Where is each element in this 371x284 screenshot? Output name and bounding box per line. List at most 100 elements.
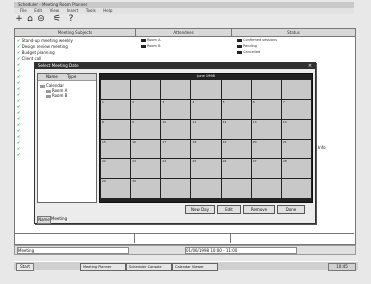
list-item[interactable]: ✔	[17, 104, 20, 109]
calendar-day-cell[interactable]	[191, 80, 221, 99]
calendar-day-cell[interactable]: 26	[221, 159, 251, 179]
list-item[interactable]: ✔	[17, 140, 20, 145]
taskbar-item[interactable]: Meeting Planner	[80, 263, 126, 271]
done-button[interactable]: Done	[277, 205, 305, 214]
remove-button[interactable]: Remove	[243, 205, 275, 214]
list-item[interactable]: ✔	[17, 152, 20, 157]
list-item[interactable]: Cancelled	[237, 50, 260, 54]
list-item[interactable]: ✔	[17, 62, 20, 67]
list-item[interactable]: Pending	[237, 44, 257, 48]
tree-col-type[interactable]: Type	[67, 74, 76, 79]
menu-tools[interactable]: Tools	[86, 8, 96, 13]
calendar-day-cell[interactable]: 4	[191, 99, 221, 119]
close-icon[interactable]: ×	[307, 63, 313, 69]
calendar-day-cell[interactable]: 8	[101, 119, 131, 139]
name-field[interactable]: Meeting	[51, 216, 101, 222]
pane-header-status[interactable]: Status	[232, 29, 355, 37]
calendar-day-cell[interactable]	[161, 179, 191, 198]
calendar-day-cell[interactable]	[161, 80, 191, 99]
home-icon[interactable]: ⌂	[25, 14, 35, 24]
calendar-day-cell[interactable]: 14	[281, 119, 311, 139]
calendar-day-cell[interactable]: 24	[161, 159, 191, 179]
calendar-day-cell[interactable]: 27	[251, 159, 281, 179]
list-item[interactable]: ✔	[17, 116, 20, 121]
edit-button[interactable]: Edit	[217, 205, 241, 214]
calendar-day-cell[interactable]: 11	[191, 119, 221, 139]
calendar-day-number: 24	[162, 159, 167, 164]
calendar-day-cell[interactable]: 2	[131, 99, 161, 119]
add-icon[interactable]: +	[14, 14, 24, 24]
list-item[interactable]: ✔	[17, 134, 20, 139]
calendar-day-cell[interactable]: 6	[251, 99, 281, 119]
calendar-day-cell[interactable]: 28	[281, 159, 311, 179]
list-item[interactable]: ✔	[17, 68, 20, 73]
calendar-day-cell[interactable]	[101, 80, 131, 99]
start-button[interactable]: Start	[16, 263, 34, 271]
calendar-day-cell[interactable]	[221, 80, 251, 99]
list-item[interactable]: ✔	[17, 80, 20, 85]
list-item[interactable]: ✔ Design review meeting	[17, 44, 68, 49]
calendar-day-cell[interactable]	[251, 179, 281, 198]
taskbar-item[interactable]: Calendar Viewer	[172, 263, 218, 271]
calendar-day-cell[interactable]: 19	[221, 139, 251, 159]
list-item[interactable]: ✔	[17, 110, 20, 115]
tree-item-room-b[interactable]: Room B	[46, 93, 67, 98]
menu-insert[interactable]: Insert	[67, 8, 78, 13]
calendar-day-cell[interactable]	[281, 80, 311, 99]
calendar-day-cell[interactable]: 20	[251, 139, 281, 159]
list-item[interactable]: ✔ Budget planning	[17, 50, 55, 55]
pane-header-subjects[interactable]: Meeting Subjects	[15, 29, 136, 37]
calendar-day-cell[interactable]	[131, 80, 161, 99]
list-item[interactable]: ✔	[17, 74, 20, 79]
tree-col-name[interactable]: Name	[46, 74, 58, 79]
check-icon: ✔	[17, 98, 21, 103]
calendar-day-cell[interactable]: 21	[281, 139, 311, 159]
calendar-day-cell[interactable]	[221, 179, 251, 198]
calendar-day-cell[interactable]: 1	[101, 99, 131, 119]
calendar-day-cell[interactable]	[251, 80, 281, 99]
help-icon[interactable]: ?	[66, 14, 76, 24]
calendar-day-cell[interactable]: 3	[161, 99, 191, 119]
filter-icon[interactable]: ⚟	[52, 14, 62, 24]
list-item[interactable]: Room A	[141, 38, 160, 42]
calendar-day-cell[interactable]: 16	[131, 139, 161, 159]
calendar-day-cell[interactable]	[191, 179, 221, 198]
menu-file[interactable]: File	[20, 8, 27, 13]
pane-header-attendees[interactable]: Attendees	[136, 29, 232, 37]
calendar-day-cell[interactable]: 13	[251, 119, 281, 139]
menu-view[interactable]: View	[50, 8, 60, 13]
list-item[interactable]: ✔	[17, 92, 20, 97]
calendar-day-cell[interactable]: 9	[131, 119, 161, 139]
check-icon: ✔	[17, 146, 21, 151]
list-item[interactable]: ✔ Stand-up meeting weekly	[17, 38, 73, 43]
list-item[interactable]: ✔	[17, 86, 20, 91]
calendar-day-cell[interactable]	[281, 179, 311, 198]
calendar-day-cell[interactable]: 25	[191, 159, 221, 179]
calendar-day-cell[interactable]: 10	[161, 119, 191, 139]
menu-edit[interactable]: Edit	[34, 8, 42, 13]
lock-icon[interactable]: ⊝	[36, 14, 46, 24]
calendar-day-number: 7	[282, 99, 285, 104]
list-item[interactable]: ✔	[17, 122, 20, 127]
toolbar: + ⌂ ⊝ ⚟ ?	[14, 14, 114, 26]
menu-help[interactable]: Help	[103, 8, 112, 13]
calendar-day-number: 14	[282, 119, 287, 124]
list-item[interactable]: Confirmed sessions	[237, 38, 277, 42]
new-day-button[interactable]: New Day	[185, 205, 215, 214]
calendar-day-cell[interactable]: 15	[101, 139, 131, 159]
calendar-day-cell[interactable]: 5	[221, 99, 251, 119]
calendar-day-cell[interactable]: 18	[191, 139, 221, 159]
calendar-day-cell[interactable]: 7	[281, 99, 311, 119]
list-item[interactable]: Room B	[141, 44, 160, 48]
list-item[interactable]: ✔	[17, 128, 20, 133]
calendar-day-cell[interactable]: 22	[101, 159, 131, 179]
list-item[interactable]: ✔	[17, 98, 20, 103]
list-item[interactable]: ✔	[17, 146, 20, 151]
calendar-day-cell[interactable]: 23	[131, 159, 161, 179]
calendar-day-cell[interactable]: 29	[101, 179, 131, 198]
calendar-day-cell[interactable]: 17	[161, 139, 191, 159]
taskbar-item[interactable]: Scheduler Console	[126, 263, 172, 271]
calendar-day-cell[interactable]: 30	[131, 179, 161, 198]
calendar-day-cell[interactable]: 12	[221, 119, 251, 139]
list-item[interactable]: ✔ Client call	[17, 56, 41, 61]
